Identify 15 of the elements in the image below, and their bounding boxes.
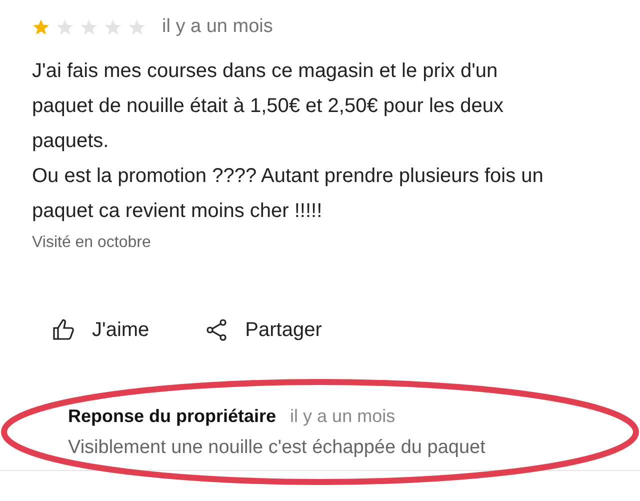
reply-time: il y a un mois [290,405,396,428]
reply-text: Visiblement une nouille c'est échappée du paquet [68,436,486,460]
star-icon [56,18,74,36]
star-icon [32,18,50,36]
like-button[interactable]: J'aime [52,315,150,345]
thumbs-up-icon [52,318,76,342]
share-button[interactable]: Partager [205,315,322,345]
review-text: Ou est la promotion ???? Autant prendre plusieurs fois un paquet ca revient moins cher !!!!! [32,164,544,224]
visit-date: Visité en octobre [32,233,152,253]
review-time: il y a un mois [162,14,273,39]
reply-title: Reponse du propriétaire [68,405,276,428]
star-icon [128,18,146,36]
star-icon [80,18,98,36]
review-text: J'ai fais mes courses dans ce magasin et le prix d'un paquet de nouille était à 1,50€ et 2,50€ pour les deux paquets. [32,59,504,154]
star-icon [104,18,122,36]
